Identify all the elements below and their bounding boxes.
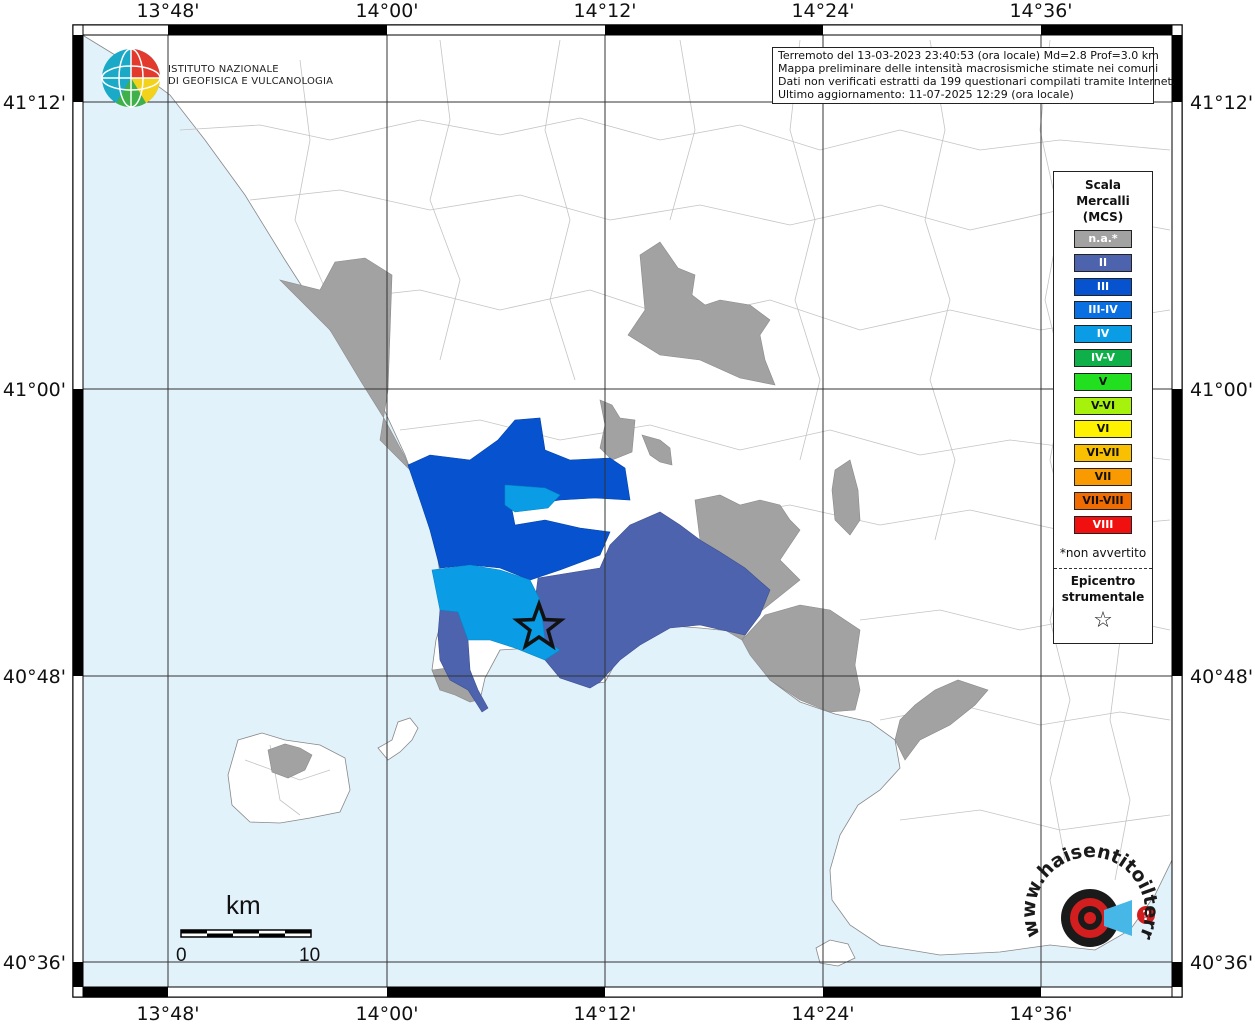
- right-tick-label: 41°00': [1190, 379, 1253, 401]
- mcs-legend: Scala Mercalli (MCS) n.a.* II III III-IV IV I…: [1053, 171, 1153, 644]
- right-tick-label: 41°12': [1190, 92, 1253, 114]
- legend-star-icon: ☆: [1093, 608, 1113, 633]
- legend-swatch: III-IV: [1074, 301, 1132, 320]
- legend-swatch: IV: [1074, 325, 1132, 344]
- legend-separator: [1054, 568, 1152, 569]
- left-tick-label: 41°00': [3, 379, 66, 401]
- legend-swatch: V: [1074, 372, 1132, 391]
- legend-swatch: n.a.*: [1074, 230, 1132, 248]
- earthquake-info-box: Terremoto del 13-03-2023 23:40:53 (ora l…: [772, 47, 1176, 104]
- legend-title-line1: Scala: [1084, 178, 1122, 192]
- scale-min-label: 0: [176, 945, 187, 966]
- legend-title-line3: (MCS): [1082, 210, 1124, 224]
- top-tick-label: 14°00': [355, 0, 418, 22]
- top-tick-label: 14°12': [573, 0, 636, 22]
- scale-max-label: 10: [299, 945, 321, 966]
- legend-epicenter-label: Epicentro strumentale: [1054, 573, 1152, 605]
- left-tick-label: 40°36': [3, 952, 66, 974]
- left-tick-label: 41°12': [3, 92, 66, 114]
- legend-epicenter-line2: strumentale: [1061, 590, 1145, 604]
- ingv-globe-icon: [101, 48, 161, 108]
- right-tick-label: 40°48': [1190, 666, 1253, 688]
- bottom-tick-label: 14°24': [791, 1003, 854, 1024]
- bottom-tick-label: 14°12': [573, 1003, 636, 1024]
- legend-swatch: IV-V: [1074, 349, 1132, 367]
- ingv-logo-text: ISTITUTO NAZIONALE DI GEOFISICA E VULCAN…: [168, 64, 333, 88]
- top-tick-label: 14°24': [791, 0, 854, 22]
- bottom-tick-label: 13°48': [136, 1003, 199, 1024]
- top-tick-label: 13°48': [136, 0, 199, 22]
- right-tick-label: 40°36': [1190, 952, 1253, 974]
- legend-not-felt-note: *non avvertito: [1059, 546, 1147, 560]
- legend-swatch: V-VI: [1074, 396, 1132, 415]
- legend-swatch: VIII: [1074, 515, 1132, 534]
- legend-swatch: III: [1074, 277, 1132, 296]
- legend-swatch: VII: [1074, 468, 1132, 486]
- legend-swatch: II: [1074, 253, 1132, 272]
- ingv-logo-line1: ISTITUTO NAZIONALE: [168, 64, 279, 75]
- info-line-updated: Ultimo aggiornamento: 11-07-2025 12:29 (…: [778, 88, 1074, 101]
- ingv-logo-line2: DI GEOFISICA E VULCANOLOGIA: [168, 76, 334, 87]
- legend-swatch: VI: [1074, 420, 1132, 439]
- top-tick-label: 14°36': [1009, 0, 1072, 22]
- left-tick-label: 40°48': [3, 666, 66, 688]
- legend-swatch: VI-VII: [1074, 444, 1132, 463]
- bottom-tick-label: 14°36': [1009, 1003, 1072, 1024]
- bottom-tick-label: 14°00': [355, 1003, 418, 1024]
- legend-title: Scala Mercalli (MCS): [1054, 177, 1152, 225]
- scale-unit-label: km: [226, 890, 261, 920]
- legend-title-line2: Mercalli: [1076, 194, 1130, 208]
- scale-bar: [180, 929, 312, 938]
- info-line-event: Terremoto del 13-03-2023 23:40:53 (ora l…: [778, 49, 1159, 62]
- info-line-description: Mappa preliminare delle intensità macros…: [778, 62, 1159, 75]
- info-line-data-source: Dati non verificati estratti da 199 ques…: [778, 75, 1176, 88]
- legend-epicenter-line1: Epicentro: [1070, 574, 1136, 588]
- legend-swatch: VII-VIII: [1074, 491, 1132, 510]
